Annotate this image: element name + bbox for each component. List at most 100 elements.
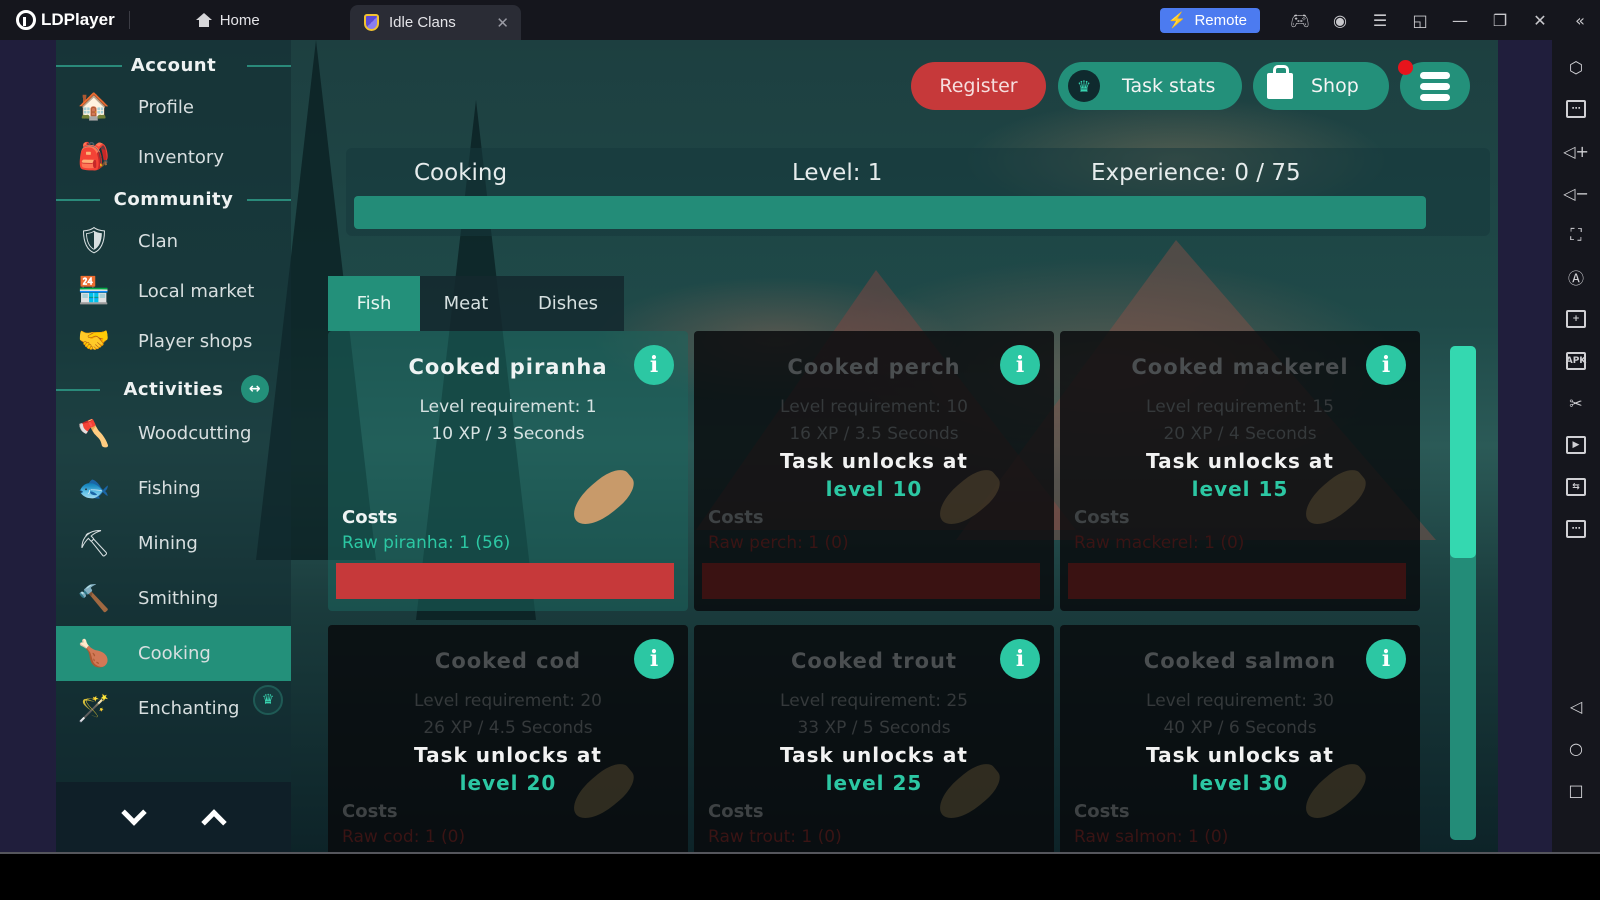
- settings-icon[interactable]: ⬡: [1556, 46, 1596, 88]
- costs-label: Costs: [342, 507, 398, 528]
- nav-item-clan[interactable]: 🛡 Clan: [56, 216, 291, 266]
- more-icon[interactable]: ⋯: [1556, 508, 1596, 550]
- hammer-icon: 🔨: [77, 583, 111, 614]
- task-card-cooked-cod[interactable]: Cooked cod i Level requirement: 20 26 XP…: [328, 625, 688, 852]
- emulator-titlebar: LDPlayer Home Idle Clans ✕ ⚡ Remote 🎮︎ ◉…: [0, 0, 1600, 40]
- lock-text: Task unlocks at: [414, 743, 602, 767]
- task-list-scrollbar[interactable]: [1450, 346, 1476, 840]
- nav-item-mining[interactable]: ⛏ Mining: [56, 516, 291, 571]
- nav-item-profile[interactable]: 🏠 Profile: [56, 82, 291, 132]
- lock-level: level 25: [825, 771, 923, 795]
- android-home-icon[interactable]: ○: [1556, 727, 1596, 769]
- card-xp-rate: 10 XP / 3 Seconds: [431, 424, 585, 444]
- tab-dishes[interactable]: Dishes: [512, 276, 624, 331]
- nav-item-cooking[interactable]: 🍗 Cooking: [56, 626, 291, 681]
- nav-item-player-shops[interactable]: 🤝 Player shops: [56, 316, 291, 366]
- android-recents-icon[interactable]: □: [1556, 769, 1596, 811]
- costs-label: Costs: [1074, 801, 1130, 822]
- swap-arrows-icon[interactable]: ↔: [241, 375, 269, 403]
- section-account: Account: [56, 48, 291, 82]
- task-action-bar: [702, 563, 1040, 599]
- scrollbar-thumb[interactable]: [1450, 346, 1476, 559]
- gamepad-icon[interactable]: 🎮︎: [1280, 0, 1320, 40]
- crown-icon: ♛: [1068, 70, 1100, 102]
- lock-text: Task unlocks at: [780, 449, 968, 473]
- resize-icon[interactable]: ◱: [1400, 0, 1440, 40]
- task-card-cooked-mackerel[interactable]: Cooked mackerel i Level requirement: 15 …: [1060, 331, 1420, 611]
- sync-icon[interactable]: ⇆: [1556, 466, 1596, 508]
- cooked-fish-icon: [565, 462, 641, 534]
- close-tab-icon[interactable]: ✕: [496, 14, 509, 32]
- game-sidebar: Account 🏠 Profile 🎒 Inventory Community …: [56, 40, 291, 852]
- task-card-cooked-trout[interactable]: Cooked trout i Level requirement: 25 33 …: [694, 625, 1054, 852]
- volume-up-icon[interactable]: ◁+: [1556, 130, 1596, 172]
- task-card-cooked-piranha[interactable]: Cooked piranha i Level requirement: 1 10…: [328, 331, 688, 611]
- tab-meat[interactable]: Meat: [420, 276, 512, 331]
- shield-icon: 🛡: [77, 226, 111, 256]
- info-icon[interactable]: i: [1000, 639, 1040, 679]
- scissors-icon[interactable]: ✂: [1556, 382, 1596, 424]
- shop-button[interactable]: Shop: [1253, 62, 1389, 110]
- account-icon[interactable]: ◉: [1320, 0, 1360, 40]
- task-action-bar[interactable]: [336, 563, 674, 599]
- nav-item-inventory[interactable]: 🎒 Inventory: [56, 132, 291, 182]
- keyboard-icon[interactable]: ⋯: [1556, 88, 1596, 130]
- lock-level: level 30: [1191, 771, 1289, 795]
- section-divider: [56, 389, 100, 391]
- nav-item-fishing[interactable]: 🐟 Fishing: [56, 461, 291, 516]
- house-icon: 🏠: [77, 92, 111, 122]
- android-back-icon[interactable]: ◁: [1556, 685, 1596, 727]
- collapse-sidebar-icon[interactable]: «: [1560, 0, 1600, 40]
- info-icon[interactable]: i: [1000, 345, 1040, 385]
- info-icon[interactable]: i: [634, 345, 674, 385]
- nav-item-woodcutting[interactable]: 🪓 Woodcutting: [56, 406, 291, 461]
- emulator-bottom-bar: [0, 852, 1600, 900]
- task-stats-button[interactable]: ♛ Task stats: [1058, 62, 1242, 110]
- lock-text: Task unlocks at: [1146, 449, 1334, 473]
- cost-item: Raw trout: 1 (0): [708, 827, 842, 847]
- lock-level: level 15: [1191, 477, 1289, 501]
- section-title: Community: [113, 188, 234, 210]
- nav-item-local-market[interactable]: 🏪 Local market: [56, 266, 291, 316]
- remote-label: Remote: [1194, 11, 1247, 29]
- tab-fish[interactable]: Fish: [328, 276, 420, 331]
- register-label: Register: [939, 75, 1018, 97]
- home-icon: [195, 13, 212, 27]
- idle-clans-tab[interactable]: Idle Clans ✕: [350, 5, 521, 40]
- tab-label: Dishes: [537, 293, 599, 314]
- section-community: Community: [56, 182, 291, 216]
- section-title: Account: [130, 54, 217, 76]
- task-card-cooked-perch[interactable]: Cooked perch i Level requirement: 10 16 …: [694, 331, 1054, 611]
- record-video-icon[interactable]: ▶: [1556, 424, 1596, 466]
- info-icon[interactable]: i: [634, 639, 674, 679]
- lock-overlay: Task unlocks at level 10: [694, 449, 1054, 501]
- section-divider: [56, 199, 100, 201]
- fullscreen-icon[interactable]: ⛶: [1556, 214, 1596, 256]
- scroll-down-icon[interactable]: [119, 800, 149, 832]
- pickaxe-icon: ⛏: [77, 528, 111, 559]
- minimize-icon[interactable]: —: [1440, 0, 1480, 40]
- info-icon[interactable]: i: [1366, 345, 1406, 385]
- info-icon[interactable]: i: [1366, 639, 1406, 679]
- register-button[interactable]: Register: [911, 62, 1046, 110]
- nav-item-smithing[interactable]: 🔨 Smithing: [56, 571, 291, 626]
- nav-item-enchanting[interactable]: 🪄 Enchanting ♛: [56, 681, 291, 736]
- restore-icon[interactable]: ❐: [1480, 0, 1520, 40]
- tab-label: Meat: [443, 293, 489, 314]
- section-activities: Activities ↔: [56, 372, 291, 406]
- lock-overlay: Task unlocks at level 30: [1060, 743, 1420, 795]
- lock-overlay: Task unlocks at level 20: [328, 743, 688, 795]
- close-icon[interactable]: ✕: [1520, 0, 1560, 40]
- install-apk-icon[interactable]: APK: [1556, 340, 1596, 382]
- task-card-cooked-salmon[interactable]: Cooked salmon i Level requirement: 30 40…: [1060, 625, 1420, 852]
- remote-button[interactable]: ⚡ Remote: [1159, 7, 1260, 33]
- nav-label: Player shops: [138, 330, 253, 352]
- ldplayer-logo-icon: [16, 10, 36, 30]
- multi-instance-icon[interactable]: +: [1556, 298, 1596, 340]
- costs-label: Costs: [342, 801, 398, 822]
- volume-down-icon[interactable]: ◁−: [1556, 172, 1596, 214]
- scroll-up-icon[interactable]: [199, 802, 229, 835]
- menu-icon[interactable]: ☰: [1360, 0, 1400, 40]
- home-tab[interactable]: Home: [195, 12, 260, 29]
- auto-rotate-icon[interactable]: Ⓐ: [1556, 256, 1596, 298]
